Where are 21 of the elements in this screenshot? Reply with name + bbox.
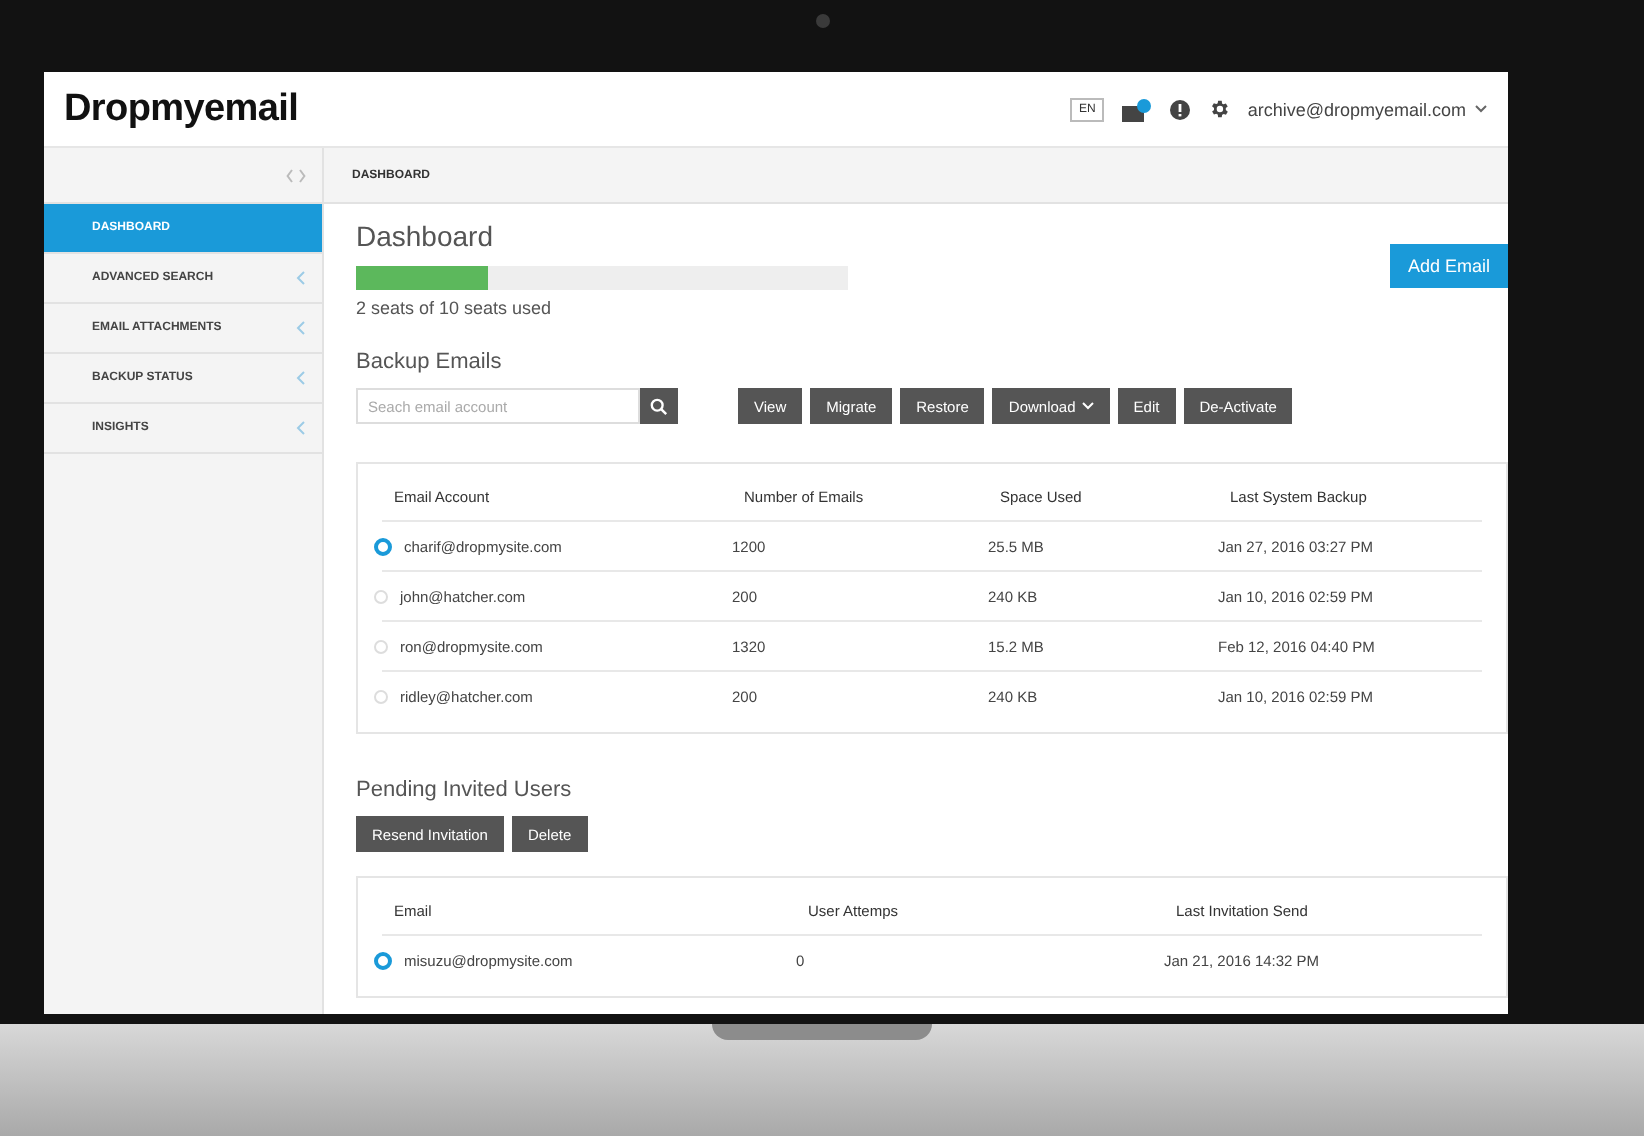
chevron-left-icon	[296, 370, 306, 386]
camera-dot	[815, 13, 829, 27]
chevron-left-icon	[296, 270, 306, 286]
logo: Dropmyemail	[64, 87, 299, 131]
caret-icon	[1081, 402, 1094, 410]
chevron-left-icon	[296, 420, 306, 436]
chevron-left-icon	[296, 320, 306, 336]
section-title: Pending Invited Users	[356, 778, 574, 802]
search-icon	[650, 397, 668, 415]
alert-icon[interactable]	[1169, 99, 1190, 119]
seats-label: 2 seats of 10 seats used	[356, 298, 554, 318]
inbox-icon[interactable]	[1121, 97, 1152, 121]
page-title: Dashboard	[356, 220, 495, 252]
section-title: Backup Emails	[356, 350, 504, 374]
radio-button[interactable]	[374, 537, 392, 555]
caret-icon	[1474, 104, 1488, 114]
account-menu[interactable]: archive@dropmyemail.com	[1247, 99, 1488, 119]
radio-button[interactable]	[374, 951, 392, 969]
search-button[interactable]	[640, 388, 678, 424]
settings-icon[interactable]	[1207, 98, 1230, 120]
collapse-icon[interactable]	[286, 167, 306, 183]
